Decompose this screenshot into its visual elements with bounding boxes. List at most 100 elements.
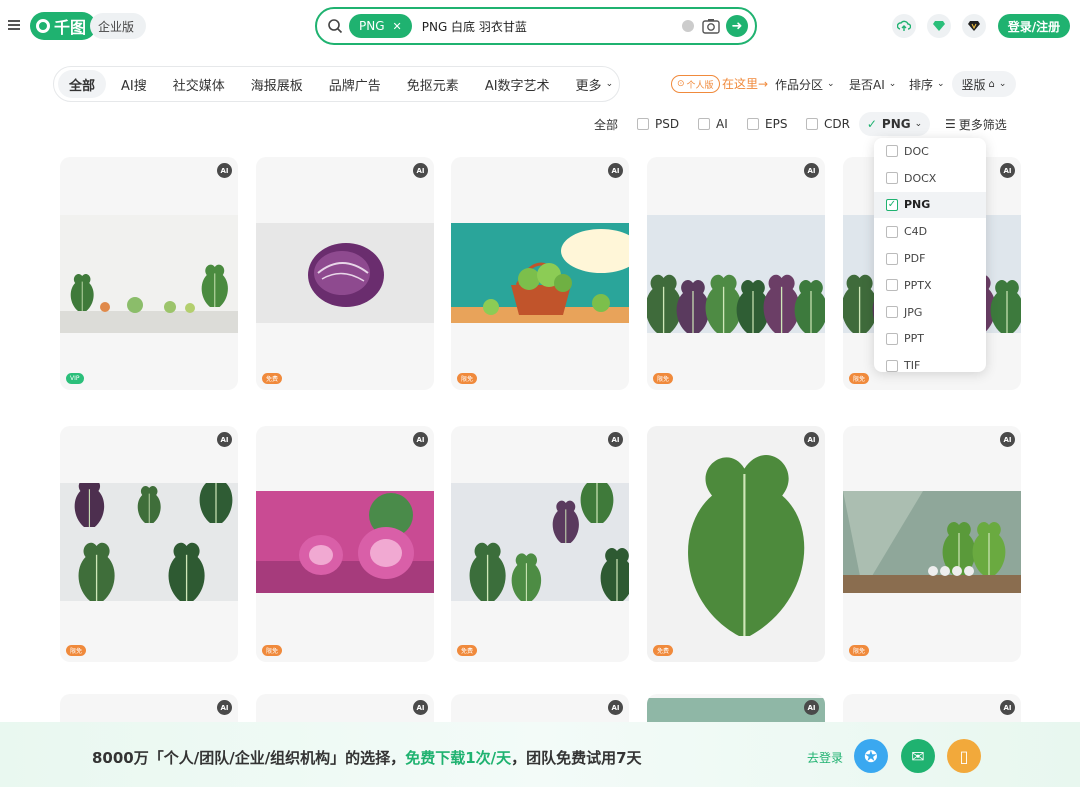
ai-badge-icon: AI — [804, 700, 819, 715]
dropdown-option-tif[interactable]: TIF — [874, 352, 986, 372]
format-cdr[interactable]: CDR — [806, 116, 850, 132]
dropdown-option-jpg[interactable]: JPG — [874, 299, 986, 326]
ai-badge-icon: AI — [1000, 700, 1015, 715]
checkbox-icon — [886, 279, 898, 292]
ai-badge-icon: AI — [217, 163, 232, 178]
login-button[interactable]: 登录/注册 — [998, 14, 1070, 38]
diamond-green-icon[interactable] — [927, 14, 951, 38]
ai-badge-icon: AI — [413, 700, 428, 715]
price-badge: 免费 — [653, 645, 674, 656]
dropdown-option-label: PDF — [904, 252, 926, 266]
search-input[interactable]: PNG 白底 羽衣甘蓝 — [422, 18, 682, 35]
format-psd[interactable]: PSD — [637, 116, 679, 132]
sort-filter[interactable]: 排序 ⌄ — [909, 72, 945, 96]
checkbox-icon — [886, 172, 898, 185]
phone-icon[interactable]: ▯ — [947, 739, 981, 773]
result-card[interactable]: AI 限免 — [647, 157, 825, 390]
format-png-label: PNG — [881, 117, 911, 131]
result-thumbnail — [60, 215, 238, 333]
ai-badge-icon: AI — [804, 163, 819, 178]
checkbox-icon — [747, 118, 759, 130]
format-all[interactable]: 全部 — [594, 116, 618, 132]
filter-icon: ☰ — [945, 117, 956, 131]
tab-social-media[interactable]: 社交媒体 — [162, 70, 236, 98]
dropdown-option-doc[interactable]: DOC — [874, 138, 986, 165]
search-chip[interactable]: PNG ✕ — [349, 14, 412, 38]
dropdown-option-c4d[interactable]: C4D — [874, 218, 986, 245]
chip-close-icon[interactable]: ✕ — [393, 20, 402, 33]
personal-badge[interactable]: ⊙ 个人版 — [671, 75, 720, 93]
ai-badge-icon: AI — [217, 432, 232, 447]
result-card[interactable]: AI 免费 — [451, 426, 629, 662]
tab-poster[interactable]: 海报展板 — [240, 70, 314, 98]
tab-ai-art[interactable]: AI数字艺术 — [474, 70, 561, 98]
tab-more[interactable]: 更多 ⌄ — [565, 70, 625, 98]
ai-badge-icon: AI — [413, 432, 428, 447]
upload-icon[interactable] — [892, 14, 916, 38]
format-label: EPS — [765, 117, 788, 131]
dropdown-option-docx[interactable]: DOCX — [874, 165, 986, 192]
personal-badge-label: 个人版 — [686, 80, 714, 91]
format-eps[interactable]: EPS — [747, 116, 787, 132]
format-ai[interactable]: AI — [698, 116, 728, 132]
tab-brand-ad[interactable]: 品牌广告 — [318, 70, 392, 98]
check-icon: ✓ — [866, 117, 877, 131]
chevron-down-icon: ⌄ — [605, 79, 614, 89]
more-filters[interactable]: ☰ 更多筛选 — [945, 116, 1007, 132]
price-badge: 限免 — [849, 645, 870, 656]
logo[interactable]: 千图 企业版 — [30, 12, 147, 40]
result-thumbnail — [451, 223, 629, 323]
result-thumbnail — [647, 215, 825, 333]
dropdown-option-ppt[interactable]: PPT — [874, 326, 986, 353]
price-badge: 限免 — [653, 373, 674, 384]
ai-filter[interactable]: 是否AI ⌄ — [849, 72, 896, 96]
checkbox-icon — [886, 306, 898, 319]
camera-icon[interactable] — [702, 18, 720, 34]
dropdown-option-label: DOCX — [904, 171, 937, 185]
footer-login-link[interactable]: 去登录 — [807, 749, 843, 766]
result-card[interactable]: AI 限免 — [60, 426, 238, 662]
dropdown-option-label: DOC — [904, 144, 929, 158]
enterprise-label[interactable]: 企业版 — [90, 13, 147, 39]
category-filter[interactable]: 作品分区 ⌄ — [775, 72, 835, 96]
result-card[interactable]: AI 限免 — [451, 157, 629, 390]
tab-all[interactable]: 全部 — [58, 70, 107, 98]
dropdown-option-label: TIF — [904, 359, 921, 372]
tab-cutout[interactable]: 免抠元素 — [396, 70, 470, 98]
search-submit-icon[interactable]: ➜ — [726, 15, 748, 37]
chevron-down-icon: ⌄ — [937, 79, 945, 89]
dropdown-option-pptx[interactable]: PPTX — [874, 272, 986, 299]
promo-text: 8000万「个人/团队/企业/组织机构」的选择，免费下载1次/天，团队免费试用7… — [92, 747, 642, 768]
format-png-select[interactable]: ✓ PNG ⌄ — [859, 112, 930, 136]
result-card[interactable]: AI 免费 — [647, 426, 825, 662]
result-card[interactable]: AI VIP — [60, 157, 238, 390]
menu-icon[interactable] — [8, 20, 20, 30]
ai-filter-label: 是否AI — [849, 77, 885, 92]
more-filters-label: 更多筛选 — [958, 117, 1007, 132]
chevron-down-icon: ⌄ — [827, 79, 835, 89]
ai-badge-icon: AI — [608, 163, 623, 178]
result-card[interactable]: AI 免费 — [256, 157, 434, 390]
search-bar[interactable]: PNG ✕ PNG 白底 羽衣甘蓝 ➜ — [315, 7, 757, 45]
dropdown-option-label: PPT — [904, 332, 924, 346]
dropdown-option-pdf[interactable]: PDF — [874, 245, 986, 272]
clear-icon[interactable] — [682, 20, 694, 32]
layout-toggle[interactable]: 竖版 ⌂ ⌄ — [952, 71, 1016, 97]
logo-mark: 千图 — [30, 12, 97, 40]
qq-icon[interactable]: ✪ — [854, 739, 888, 773]
tab-ai-search[interactable]: AI搜 — [110, 70, 158, 98]
chevron-down-icon: ⌄ — [998, 79, 1007, 89]
wechat-icon[interactable]: ✉ — [901, 739, 935, 773]
ai-badge-icon: AI — [217, 700, 232, 715]
diamond-black-icon[interactable] — [962, 14, 986, 38]
result-thumbnail — [843, 491, 1021, 593]
dropdown-option-png[interactable]: ✓ PNG — [874, 191, 986, 219]
here-link[interactable]: 在这里→ — [722, 75, 768, 92]
checkbox-icon — [806, 118, 818, 130]
checkbox-icon — [886, 252, 898, 265]
promo-text-c: ，团队免费试用7天 — [511, 749, 642, 767]
price-badge: 免费 — [262, 373, 283, 384]
result-card[interactable]: AI 限免 — [843, 426, 1021, 662]
promo-banner: 8000万「个人/团队/企业/组织机构」的选择，免费下载1次/天，团队免费试用7… — [0, 722, 1080, 787]
result-card[interactable]: AI 限免 — [256, 426, 434, 662]
